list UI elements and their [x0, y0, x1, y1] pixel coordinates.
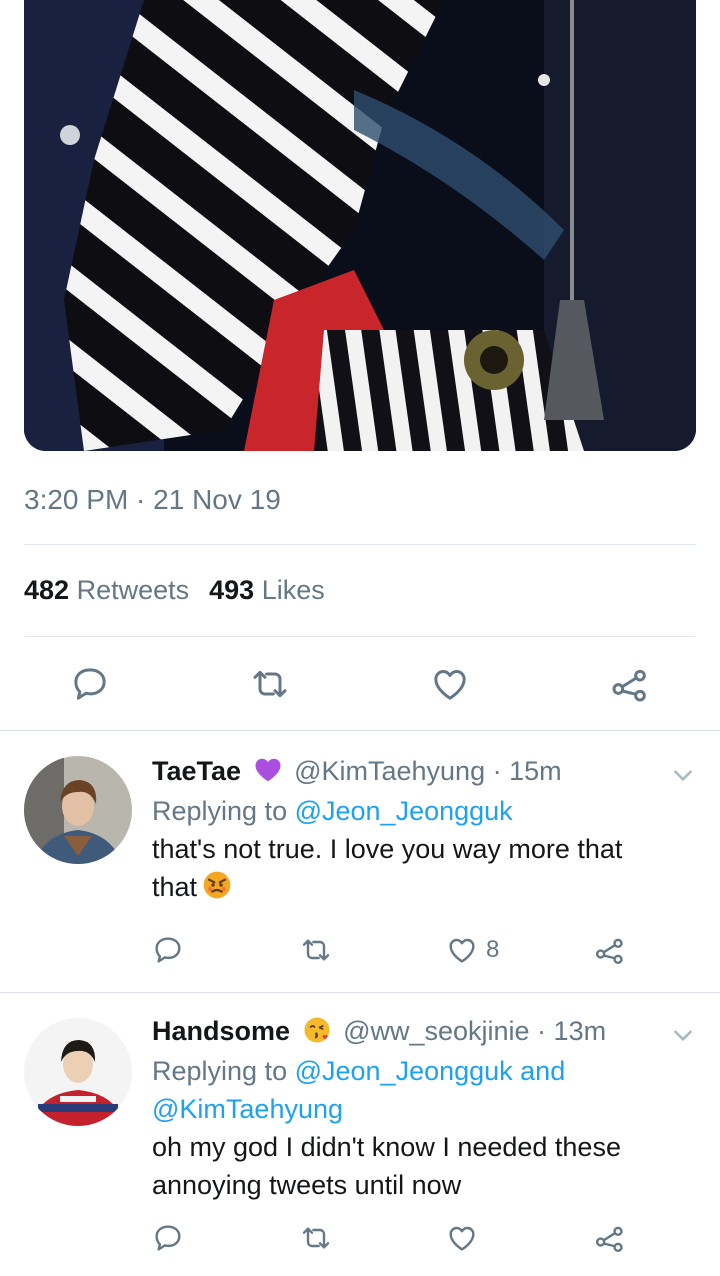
- retweets-label: Retweets: [76, 575, 190, 605]
- retweet-icon: [302, 939, 330, 961]
- retweets-count: 482: [24, 575, 70, 605]
- likes-label: Likes: [261, 575, 325, 605]
- replying-to: Replying to @Jeon_Jeongguk and @KimTaehy…: [152, 1052, 680, 1128]
- likes-count: 493: [209, 575, 255, 605]
- retweet-icon: [302, 1227, 330, 1249]
- retweet-button[interactable]: [246, 660, 294, 708]
- heart-icon: [434, 670, 466, 700]
- like-button[interactable]: 8: [446, 932, 499, 968]
- divider: [24, 636, 696, 637]
- reply-icon: [74, 668, 106, 700]
- retweet-button[interactable]: [300, 932, 332, 968]
- reply-button[interactable]: [66, 660, 114, 708]
- share-icon: [612, 669, 646, 702]
- reply-tweet[interactable]: Handsome @ww_seokjinie · 13m Replying to…: [0, 992, 720, 1276]
- reply-header: Handsome @ww_seokjinie · 13m: [152, 1014, 680, 1048]
- retweet-icon: [253, 670, 287, 698]
- avatar[interactable]: [24, 1018, 132, 1126]
- like-count: 8: [486, 936, 500, 963]
- like-button[interactable]: [426, 660, 474, 708]
- reply-text: that's not true. I love you way more tha…: [152, 830, 680, 906]
- like-button[interactable]: [446, 1220, 478, 1256]
- share-button[interactable]: [594, 932, 626, 968]
- reply-button[interactable]: [152, 1220, 184, 1256]
- replying-to-link[interactable]: @Jeon_Jeongguk and: [295, 1056, 566, 1086]
- retweet-button[interactable]: [300, 1220, 332, 1256]
- handle-time[interactable]: @KimTaehyung · 15m: [294, 756, 562, 786]
- replying-prefix: Replying to: [152, 1056, 295, 1086]
- reply-text-line: annoying tweets until now: [152, 1170, 462, 1200]
- avatar[interactable]: [24, 756, 132, 864]
- display-name[interactable]: TaeTae: [152, 756, 241, 786]
- reply-header: TaeTae @KimTaehyung · 15m: [152, 754, 680, 788]
- tweet-stats: 482 Retweets 493 Likes: [24, 575, 325, 606]
- tweet-photo[interactable]: [24, 0, 696, 451]
- chevron-down-icon[interactable]: [670, 762, 696, 788]
- reply-button[interactable]: [152, 932, 184, 968]
- reply-tweet[interactable]: TaeTae @KimTaehyung · 15m Replying to @J…: [0, 730, 720, 992]
- replying-to: Replying to @Jeon_Jeongguk: [152, 792, 680, 830]
- share-icon: [596, 1226, 623, 1252]
- reply-icon: [155, 1225, 181, 1251]
- reply-text-line: oh my god I didn't know I needed these: [152, 1132, 621, 1162]
- reply-action-bar: [152, 1220, 652, 1256]
- reply-action-bar: 8: [152, 932, 652, 968]
- chevron-down-icon[interactable]: [670, 1022, 696, 1048]
- heart-icon: [449, 938, 475, 963]
- face-blowing-kiss-icon: [304, 1017, 330, 1043]
- replying-prefix: Replying to: [152, 796, 295, 826]
- tweet-timestamp: 3:20 PM · 21 Nov 19: [24, 484, 281, 515]
- retweets-stat[interactable]: 482 Retweets: [24, 575, 189, 605]
- divider: [24, 544, 696, 545]
- reply-text-line: that: [152, 872, 198, 902]
- handle-time[interactable]: @ww_seokjinie · 13m: [343, 1016, 606, 1046]
- tweet-action-bar: [0, 660, 720, 710]
- replying-to-link-2[interactable]: @KimTaehyung: [152, 1090, 680, 1128]
- purple-heart-icon: [255, 758, 281, 782]
- reply-text: oh my god I didn't know I needed these a…: [152, 1128, 680, 1204]
- angry-face-icon: [203, 871, 231, 899]
- heart-icon: [449, 1226, 475, 1251]
- reply-text-line-2: that: [152, 868, 680, 906]
- likes-stat[interactable]: 493 Likes: [209, 575, 325, 605]
- share-icon: [596, 938, 623, 964]
- share-button[interactable]: [606, 660, 654, 708]
- replying-to-link[interactable]: @Jeon_Jeongguk: [295, 796, 513, 826]
- share-button[interactable]: [594, 1220, 626, 1256]
- display-name[interactable]: Handsome: [152, 1016, 290, 1046]
- reply-icon: [155, 937, 181, 963]
- reply-text-line: that's not true. I love you way more tha…: [152, 834, 623, 864]
